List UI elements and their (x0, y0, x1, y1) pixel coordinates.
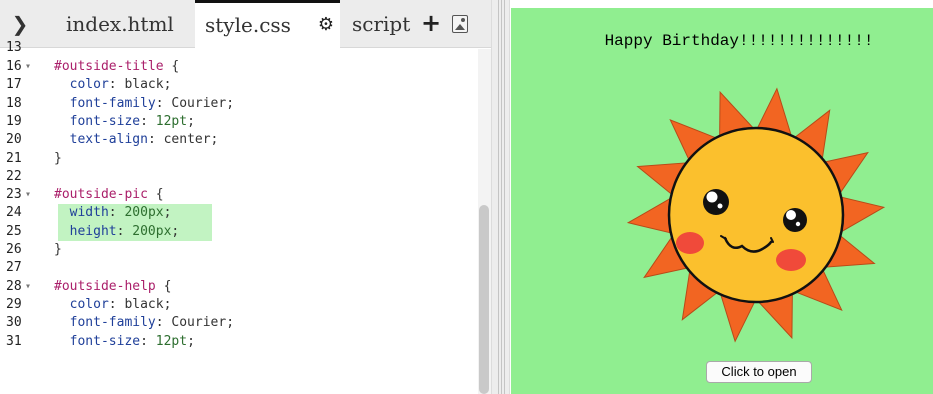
code-text: #outside-title { (54, 59, 180, 74)
line-number: 29 (6, 296, 22, 312)
line-number: 22 (6, 168, 22, 184)
code-line[interactable]: 23 ▾ #outside-pic { (0, 186, 478, 204)
line-number: 25 (6, 223, 22, 239)
pane-resize-handle[interactable] (491, 0, 510, 394)
code-line[interactable]: 21} (0, 150, 478, 168)
code-line[interactable]: 28 ▾ #outside-help { (0, 278, 478, 296)
fold-toggle-icon[interactable]: ▾ (25, 58, 35, 76)
fold-toggle-icon[interactable]: ▾ (25, 186, 35, 204)
code-text: font-size: 12pt; (69, 333, 195, 349)
line-number: 26 (6, 242, 22, 257)
code-editor-pane: ❯ index.html style.css ⚙ script + 13 16 ▾ #… (0, 0, 491, 394)
code-text: } (54, 150, 62, 166)
smiling-sun-icon (626, 87, 886, 343)
code-text: } (54, 242, 62, 257)
open-button[interactable]: Click to open (706, 361, 812, 383)
line-number: 21 (6, 150, 22, 166)
code-line[interactable]: 20 text-align: center; (0, 131, 478, 149)
code-line[interactable]: 18 font-family: Courier; (0, 95, 478, 113)
code-text: #outside-help { (54, 278, 172, 294)
code-line[interactable]: 19 font-size: 12pt; (0, 113, 478, 131)
code-text: font-family: Courier; (69, 95, 235, 111)
code-text: width: 200px; (69, 205, 172, 221)
line-number: 31 (6, 333, 22, 349)
code-text: text-align: center; (69, 132, 219, 148)
code-line[interactable]: 16 ▾ #outside-title { (0, 58, 478, 76)
line-number: 30 (6, 315, 22, 331)
code-line[interactable]: 13 (0, 39, 478, 57)
page-title: Happy Birthday!!!!!!!!!!!!!! (604, 32, 874, 50)
line-number: 17 (6, 77, 22, 93)
code-line[interactable]: 25 height: 200px; (0, 222, 478, 241)
preview-pane: Happy Birthday!!!!!!!!!!!!!! Click to op… (511, 8, 933, 394)
code-text: #outside-pic { (54, 187, 164, 203)
code-line[interactable]: 24 width: 200px; (0, 204, 478, 223)
code-text: height: 200px; (69, 223, 180, 239)
code-line[interactable]: 31 font-size: 12pt; (0, 333, 478, 351)
code-text: font-size: 12pt; (69, 113, 195, 129)
code-line[interactable]: 22 (0, 168, 478, 186)
line-number: 24 (6, 205, 22, 221)
code-line[interactable]: 17 color: black; (0, 76, 478, 94)
code-area[interactable]: 13 16 ▾ #outside-title {17 color: black; 18 … (0, 40, 478, 394)
code-text: font-family: Courier; (69, 315, 235, 331)
line-number: 27 (6, 260, 22, 276)
line-number: 18 (6, 95, 22, 111)
code-line[interactable]: 29 color: black; (0, 296, 478, 314)
image-icon[interactable] (452, 15, 468, 33)
fold-toggle-icon[interactable]: ▾ (25, 278, 35, 296)
code-text: color: black; (69, 296, 172, 312)
code-line[interactable]: 30 font-family: Courier; (0, 314, 478, 332)
scrollbar-thumb[interactable] (479, 205, 489, 394)
line-number: 19 (6, 113, 22, 129)
line-number: 20 (6, 132, 22, 148)
line-number: 13 (6, 40, 22, 55)
code-line[interactable]: 26} (0, 241, 478, 259)
code-line[interactable]: 27 (0, 259, 478, 277)
code-text: color: black; (69, 77, 172, 93)
tab-label: style.css (205, 13, 291, 37)
